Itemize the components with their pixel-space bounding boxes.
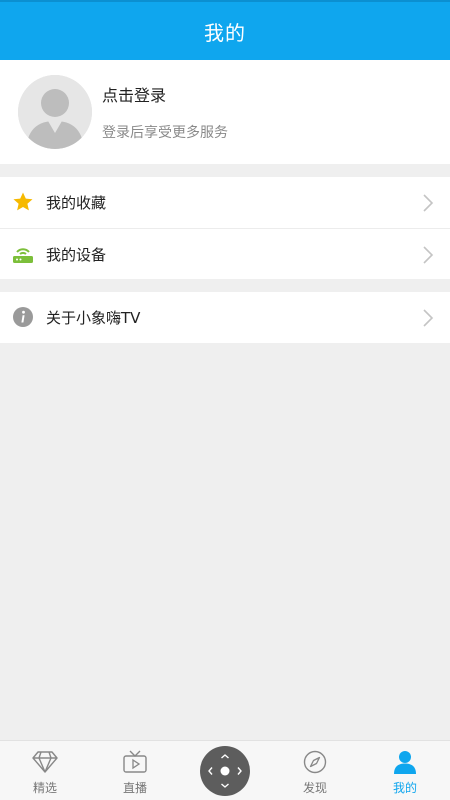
tv-icon [122,750,148,774]
tab-live[interactable]: 直播 [90,741,180,800]
menu-item-label: 关于小象嗨TV [46,309,141,327]
tab-discover[interactable]: 发现 [270,741,360,800]
header-bar: 我的 [0,0,450,60]
person-icon [392,750,418,774]
menu-item-label: 我的设备 [46,245,107,264]
tab-label: 精选 [32,781,57,795]
tab-featured[interactable]: 精选 [0,741,90,800]
router-icon [12,243,34,265]
diamond-icon [32,750,58,774]
star-icon [12,191,34,213]
menu-item-favorites[interactable]: 我的收藏 [0,177,450,228]
login-subtitle: 登录后享受更多服务 [102,125,228,141]
page-title: 我的 [204,20,246,45]
app-screen: 我的 点击登录 登录后享受更多服务 我的收藏 我的设备 关于小象嗨TV 精选 直… [0,0,450,800]
login-card[interactable]: 点击登录 登录后享受更多服务 [0,60,450,164]
tab-mine[interactable]: 我的 [360,741,450,800]
remote-dpad-icon [200,747,250,800]
remote-dpad-button[interactable] [200,746,250,796]
menu-item-devices[interactable]: 我的设备 [0,228,450,279]
menu-item-label: 我的收藏 [46,194,107,212]
default-avatar-icon[interactable] [18,75,92,149]
menu-group-main: 我的收藏 我的设备 [0,177,450,279]
chevron-right-icon [422,245,434,265]
tab-label: 发现 [302,781,327,795]
login-text-block: 点击登录 登录后享受更多服务 [102,82,228,142]
tab-label: 直播 [122,781,147,795]
tab-label: 我的 [392,781,417,795]
menu-group-about: 关于小象嗨TV [0,292,450,343]
chevron-right-icon [422,193,434,213]
chevron-right-icon [422,308,434,328]
login-title[interactable]: 点击登录 [102,82,228,106]
compass-icon [302,750,328,774]
menu-item-about[interactable]: 关于小象嗨TV [0,292,450,343]
info-icon [12,306,34,328]
